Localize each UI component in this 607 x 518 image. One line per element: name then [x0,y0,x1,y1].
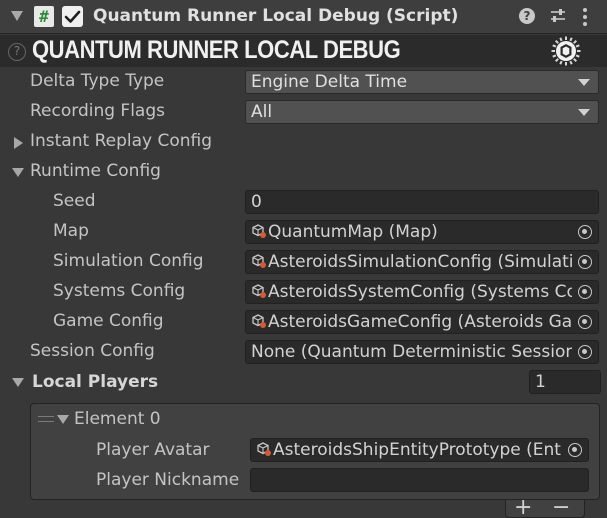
game-config-object-picker[interactable] [572,311,598,333]
help-icon[interactable]: ? [519,8,535,24]
component-enabled-checkbox[interactable] [62,6,83,27]
simulation-config-value: AsteroidsSimulationConfig (Simulation Co… [268,252,598,272]
player-avatar-object-field[interactable]: AsteroidsShipEntityPrototype (Entity Pro… [250,438,589,462]
banner-title: QUANTUM RUNNER LOCAL DEBUG [32,36,401,64]
map-object-picker[interactable] [572,221,598,243]
instant-replay-config-label[interactable]: Instant Replay Config [30,131,212,151]
systems-config-object-picker[interactable] [572,281,598,303]
component-title: Quantum Runner Local Debug (Script) [93,6,459,26]
object-picker-icon [578,315,592,329]
simulation-config-object-picker[interactable] [572,251,598,273]
systems-config-label: Systems Config [53,281,186,301]
map-label: Map [53,221,89,241]
asset-icon [252,314,266,328]
simulation-config-object-field[interactable]: AsteroidsSimulationConfig (Simulation Co… [245,250,599,274]
add-element-button[interactable]: + [514,497,532,518]
game-config-object-field[interactable]: AsteroidsGameConfig (Asteroids Game Conf… [245,310,599,334]
local-players-foldout-icon[interactable] [12,378,24,387]
script-icon: # [34,6,54,27]
element-foldout-icon[interactable] [57,415,69,424]
object-picker-icon [568,443,582,457]
object-picker-icon [578,285,592,299]
asset-icon [257,442,271,456]
checkmark-icon [64,10,81,23]
object-picker-icon [578,345,592,359]
map-value: QuantumMap (Map) [268,222,438,242]
hint-icon[interactable]: ? [8,43,26,61]
local-players-size-input[interactable]: 1 [529,370,601,394]
component-foldout-arrow[interactable] [11,11,23,21]
session-config-object-field[interactable]: None (Quantum Deterministic Session Conf… [245,340,599,364]
delta-type-label: Delta Type Type [30,71,165,91]
delta-type-dropdown[interactable]: Engine Delta Time [245,70,599,94]
game-config-value: AsteroidsGameConfig (Asteroids Game Conf… [268,312,598,332]
player-avatar-object-picker[interactable] [562,439,588,461]
session-config-value: None (Quantum Deterministic Session Conf… [251,342,598,362]
object-picker-icon [578,255,592,269]
player-avatar-label: Player Avatar [96,440,210,460]
player-nickname-label: Player Nickname [96,470,240,490]
component-header: # Quantum Runner Local Debug (Script) ? [0,0,607,34]
dropdown-arrow-icon [578,109,590,116]
recording-flags-dropdown[interactable]: All [245,100,599,124]
map-object-field[interactable]: QuantumMap (Map) [245,220,599,244]
game-config-label: Game Config [53,311,164,331]
session-config-object-picker[interactable] [572,341,598,363]
remove-element-button[interactable]: − [552,497,570,518]
drag-handle-icon[interactable] [38,416,54,422]
inspector-banner: ? QUANTUM RUNNER LOCAL DEBUG [0,35,607,67]
simulation-config-label: Simulation Config [53,251,204,271]
recording-flags-value: All [251,102,273,122]
player-avatar-value: AsteroidsShipEntityPrototype (Entity Pro… [273,440,588,460]
seed-label: Seed [53,191,96,211]
asset-icon [252,224,266,238]
quantum-logo-icon [551,36,581,66]
local-players-size-value: 1 [535,372,546,392]
player-nickname-input[interactable] [250,468,589,492]
runtime-config-label[interactable]: Runtime Config [30,161,161,181]
recording-flags-label: Recording Flags [30,101,165,121]
asset-icon [252,284,266,298]
runtime-config-foldout-icon[interactable] [12,168,24,177]
kebab-menu-icon[interactable] [582,7,588,27]
asset-icon [252,254,266,268]
object-picker-icon [578,225,592,239]
seed-input[interactable]: 0 [245,190,599,214]
systems-config-value: AsteroidsSystemConfig (Systems Config) [268,282,599,302]
instant-replay-foldout-icon[interactable] [14,137,23,149]
local-players-label[interactable]: Local Players [32,372,158,392]
systems-config-object-field[interactable]: AsteroidsSystemConfig (Systems Config) [245,280,599,304]
session-config-label: Session Config [30,341,155,361]
seed-value: 0 [251,192,262,212]
element-0-label[interactable]: Element 0 [74,409,161,429]
presets-icon[interactable] [549,7,567,25]
dropdown-arrow-icon [578,79,590,86]
delta-type-value: Engine Delta Time [251,72,408,92]
